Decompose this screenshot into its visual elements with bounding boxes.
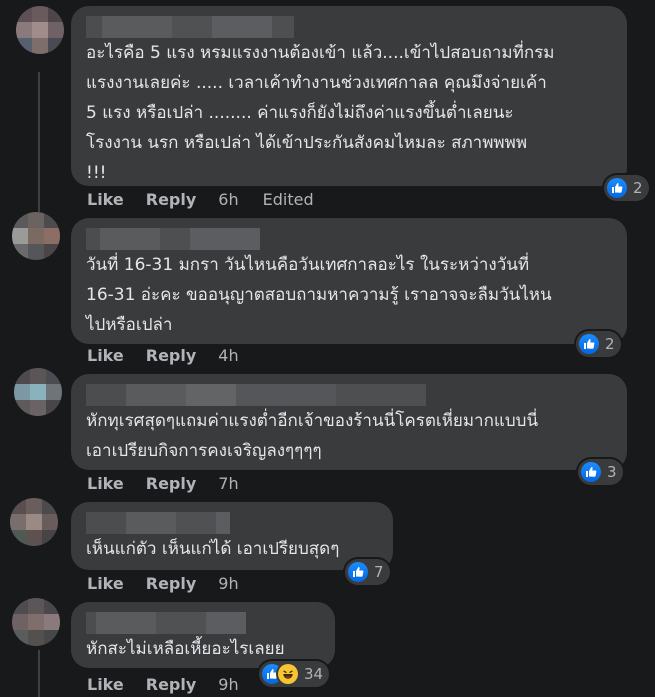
comment-bubble: เห็นแก่ตัว เห็นแก่ได้ เอาเปรียบสุดๆ bbox=[71, 502, 393, 570]
comment-actions: Like Reply 7h bbox=[87, 474, 263, 493]
thread-line bbox=[38, 650, 40, 697]
reaction-count: 2 bbox=[605, 335, 615, 353]
like-button[interactable]: Like bbox=[87, 190, 124, 209]
like-reaction-icon bbox=[579, 334, 599, 354]
haha-reaction-icon bbox=[278, 664, 298, 684]
reply-button[interactable]: Reply bbox=[146, 675, 197, 694]
like-reaction-icon bbox=[348, 562, 368, 582]
comment-text: หักสะไม่เหลือเหี้ยอะไรเลยย bbox=[86, 639, 285, 659]
comment-actions: Like Reply 6h Edited bbox=[87, 190, 338, 209]
author-name-blurred[interactable] bbox=[86, 512, 379, 534]
reaction-summary[interactable]: 2 bbox=[576, 331, 621, 357]
timestamp[interactable]: 9h bbox=[218, 574, 238, 593]
like-reaction-icon bbox=[581, 462, 601, 482]
avatar[interactable] bbox=[16, 6, 64, 54]
comment-text: วันที่ 16-31 มกรา วันไหนคือวันเทศกาลอะไร… bbox=[86, 255, 552, 335]
thread-line bbox=[38, 72, 40, 212]
like-button[interactable]: Like bbox=[87, 675, 124, 694]
comment-actions: Like Reply 9h bbox=[87, 675, 263, 694]
reaction-count: 34 bbox=[304, 665, 324, 683]
author-name-blurred[interactable] bbox=[86, 16, 613, 38]
reply-button[interactable]: Reply bbox=[146, 474, 197, 493]
reaction-summary[interactable]: 34 bbox=[259, 661, 330, 687]
reaction-count: 7 bbox=[374, 563, 384, 581]
comment-text: หักทุเรศสุดๆแถมค่าแรงต่ำอีกเจ้าของร้านนี… bbox=[86, 411, 539, 461]
comment-actions: Like Reply 4h bbox=[87, 346, 263, 365]
author-name-blurred[interactable] bbox=[86, 228, 613, 250]
like-reaction-icon bbox=[607, 178, 627, 198]
reaction-summary[interactable]: 2 bbox=[604, 175, 649, 201]
like-button[interactable]: Like bbox=[87, 574, 124, 593]
author-name-blurred[interactable] bbox=[86, 612, 321, 634]
reply-button[interactable]: Reply bbox=[146, 346, 197, 365]
timestamp[interactable]: 9h bbox=[218, 675, 238, 694]
avatar[interactable] bbox=[12, 212, 60, 260]
avatar[interactable] bbox=[10, 498, 58, 546]
reply-button[interactable]: Reply bbox=[146, 190, 197, 209]
comment-text: เห็นแก่ตัว เห็นแก่ได้ เอาเปรียบสุดๆ bbox=[86, 539, 340, 559]
like-button[interactable]: Like bbox=[87, 474, 124, 493]
reaction-count: 3 bbox=[607, 463, 617, 481]
author-name-blurred[interactable] bbox=[86, 384, 613, 406]
timestamp[interactable]: 7h bbox=[218, 474, 238, 493]
comment-bubble: อะไรคือ 5 แรง หรมแรงงานต้องเข้า แล้ว....… bbox=[71, 6, 627, 186]
edited-label: Edited bbox=[262, 190, 314, 209]
reply-button[interactable]: Reply bbox=[146, 574, 197, 593]
avatar[interactable] bbox=[14, 368, 62, 416]
timestamp[interactable]: 4h bbox=[218, 346, 238, 365]
timestamp[interactable]: 6h bbox=[218, 190, 238, 209]
comment-bubble: หักทุเรศสุดๆแถมค่าแรงต่ำอีกเจ้าของร้านนี… bbox=[71, 374, 627, 470]
reaction-summary[interactable]: 3 bbox=[578, 459, 623, 485]
comment-actions: Like Reply 9h bbox=[87, 574, 263, 593]
comment-bubble: หักสะไม่เหลือเหี้ยอะไรเลยย bbox=[71, 602, 335, 668]
comment-bubble: วันที่ 16-31 มกรา วันไหนคือวันเทศกาลอะไร… bbox=[71, 218, 627, 344]
reaction-count: 2 bbox=[633, 179, 643, 197]
reaction-summary[interactable]: 7 bbox=[345, 559, 390, 585]
comment-text: อะไรคือ 5 แรง หรมแรงงานต้องเข้า แล้ว....… bbox=[86, 43, 555, 183]
avatar[interactable] bbox=[12, 598, 60, 646]
like-button[interactable]: Like bbox=[87, 346, 124, 365]
